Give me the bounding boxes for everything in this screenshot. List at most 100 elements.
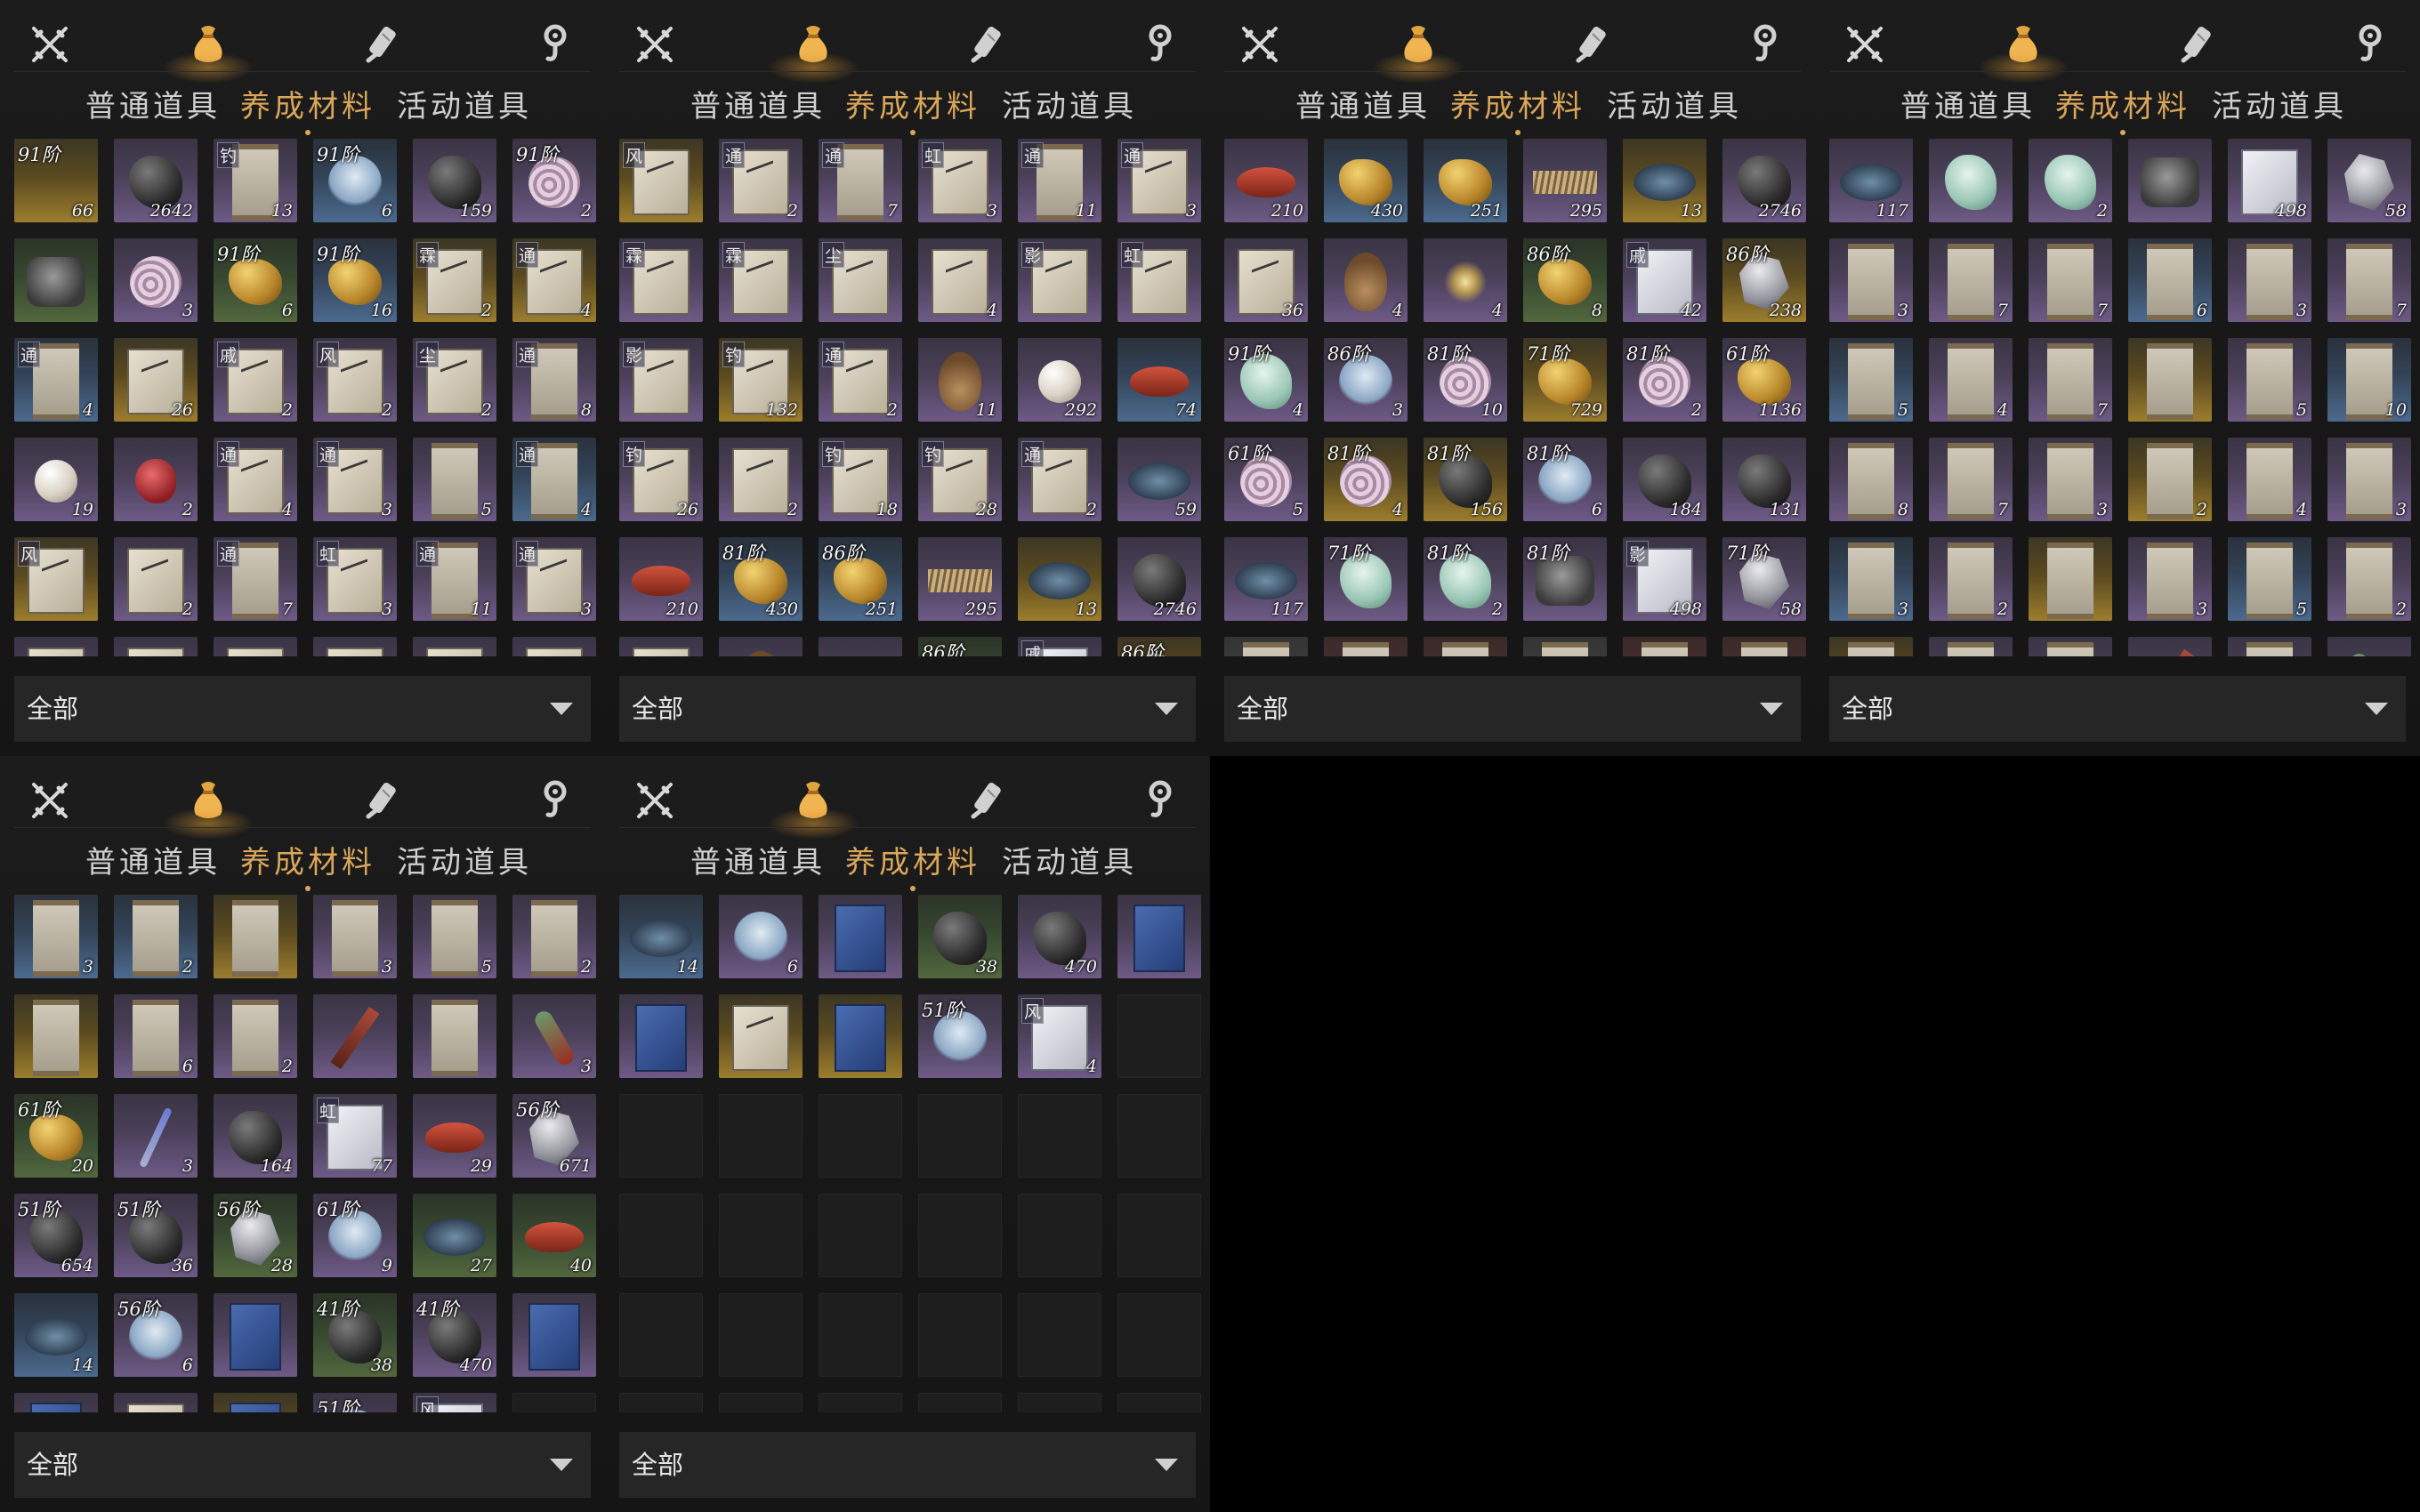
item-slot[interactable]: 86阶 238 <box>1722 238 1806 322</box>
crossed-swords-icon[interactable] <box>626 16 683 73</box>
item-slot[interactable]: 59 <box>1117 438 1201 521</box>
tab-2[interactable]: 活动道具 <box>2212 85 2347 128</box>
tab-0[interactable]: 普通道具 <box>690 841 826 884</box>
item-slot[interactable]: 2 <box>2128 438 2212 521</box>
filter-dropdown[interactable]: 全部 <box>619 1432 1196 1498</box>
tab-2[interactable]: 活动道具 <box>1607 85 1742 128</box>
item-slot[interactable]: 13 <box>1623 139 1706 222</box>
item-slot[interactable] <box>1929 139 2013 222</box>
item-slot[interactable]: 51阶 36 <box>114 1194 198 1277</box>
item-slot[interactable]: 27 <box>413 1194 496 1277</box>
item-slot[interactable]: 4 <box>918 238 1002 322</box>
tab-0[interactable]: 普通道具 <box>85 841 221 884</box>
money-bag-icon[interactable] <box>767 16 859 84</box>
item-slot[interactable]: 5 <box>2228 338 2311 422</box>
empty-slot[interactable] <box>619 1194 703 1277</box>
item-slot[interactable]: 131 <box>1722 438 1806 521</box>
item-slot[interactable]: 81阶 10 <box>1424 338 1507 422</box>
item-slot[interactable]: 2 <box>2029 139 2112 222</box>
item-slot[interactable]: 尘2 <box>413 338 496 422</box>
item-slot[interactable]: 81阶 156 <box>1424 438 1507 521</box>
item-slot[interactable]: 38 <box>918 895 1002 978</box>
item-slot[interactable] <box>512 1293 596 1377</box>
item-slot[interactable]: 3 <box>1829 537 1913 621</box>
empty-slot[interactable] <box>1117 1393 1201 1412</box>
item-slot[interactable]: 210 <box>1224 139 1308 222</box>
item-slot[interactable]: 29 <box>413 1094 496 1178</box>
item-slot[interactable]: 5 <box>1829 338 1913 422</box>
scroll-brush-icon[interactable] <box>354 772 411 829</box>
item-slot[interactable]: 8 <box>1829 438 1913 521</box>
item-slot[interactable]: 2 <box>214 994 297 1078</box>
empty-slot[interactable] <box>1117 1293 1201 1377</box>
money-bag-icon[interactable] <box>1977 16 2069 84</box>
item-slot[interactable]: 81阶 6 <box>1523 438 1607 521</box>
item-slot[interactable]: 虹 <box>1117 238 1201 322</box>
item-slot[interactable]: 风 <box>413 1393 496 1412</box>
empty-slot[interactable] <box>719 1293 803 1377</box>
item-slot[interactable]: 通 11 <box>1018 139 1101 222</box>
tab-1[interactable]: 养成材料 <box>1450 85 1585 135</box>
item-slot[interactable] <box>819 895 902 978</box>
item-slot[interactable]: 通2 <box>1018 438 1101 521</box>
item-slot[interactable]: 3 <box>313 895 397 978</box>
item-slot[interactable]: 71阶 729 <box>1523 338 1607 422</box>
empty-slot[interactable] <box>1117 994 1201 1078</box>
item-slot[interactable]: 81阶 2 <box>1623 338 1706 422</box>
item-slot[interactable]: 14 <box>14 1293 98 1377</box>
item-slot[interactable]: 2746 <box>1117 537 1201 621</box>
tab-0[interactable]: 普通道具 <box>85 85 221 128</box>
item-slot[interactable]: 通7 <box>819 139 902 222</box>
hook-icon[interactable] <box>527 16 584 73</box>
scroll-brush-icon[interactable] <box>354 16 411 73</box>
item-slot[interactable] <box>2327 637 2411 656</box>
hook-icon[interactable] <box>1132 16 1189 73</box>
item-slot[interactable]: 295 <box>1523 139 1607 222</box>
item-slot[interactable]: 通4 <box>512 238 596 322</box>
item-slot[interactable]: 霖2 <box>413 238 496 322</box>
item-slot[interactable]: 风 <box>14 537 98 621</box>
tab-0[interactable]: 普通道具 <box>690 85 826 128</box>
item-slot[interactable]: 11 <box>918 338 1002 422</box>
item-slot[interactable] <box>619 637 703 656</box>
item-grid[interactable]: 91阶 66 2642 钓 13 91阶 6 159 91阶 2 3 91阶 6 91阶 16 霖 2 通 4 通 4 2… <box>0 139 605 656</box>
item-slot[interactable] <box>313 994 397 1078</box>
item-slot[interactable]: 26 <box>114 338 198 422</box>
item-slot[interactable]: 戚2 <box>214 338 297 422</box>
item-slot[interactable] <box>1523 637 1607 656</box>
item-slot[interactable]: 86阶 8 <box>1523 238 1607 322</box>
item-slot[interactable]: 117 <box>1224 537 1308 621</box>
filter-dropdown[interactable]: 全部 <box>14 676 591 742</box>
scroll-brush-icon[interactable] <box>2169 16 2226 73</box>
item-grid[interactable]: 风通 2 通 7 虹 3 通 11 通 3 霖霖尘 4 影虹影钓 132 通 2 11 292 74 钓 26 2 钓 18 钓… <box>605 139 1210 656</box>
crossed-swords-icon[interactable] <box>21 16 78 73</box>
money-bag-icon[interactable] <box>162 16 254 84</box>
item-slot[interactable]: 91阶 2 <box>512 139 596 222</box>
item-slot[interactable] <box>14 1393 98 1412</box>
item-slot[interactable] <box>2128 637 2212 656</box>
item-slot[interactable] <box>2029 637 2112 656</box>
item-slot[interactable]: 51阶 <box>918 994 1002 1078</box>
empty-slot[interactable] <box>619 1094 703 1178</box>
item-slot[interactable]: 5 <box>2228 537 2311 621</box>
empty-slot[interactable] <box>1018 1194 1101 1277</box>
item-slot[interactable]: 7 <box>2327 238 2411 322</box>
item-slot[interactable]: 通 11 <box>413 537 496 621</box>
item-slot[interactable]: 3 <box>2228 238 2311 322</box>
item-slot[interactable]: 56阶 6 <box>114 1293 198 1377</box>
item-slot[interactable] <box>313 637 397 656</box>
item-slot[interactable]: 钓 132 <box>719 338 803 422</box>
item-slot[interactable] <box>14 238 98 322</box>
filter-dropdown[interactable]: 全部 <box>619 676 1196 742</box>
tab-1[interactable]: 养成材料 <box>845 841 980 891</box>
empty-slot[interactable] <box>619 1293 703 1377</box>
empty-slot[interactable] <box>819 1393 902 1412</box>
empty-slot[interactable] <box>918 1194 1002 1277</box>
empty-slot[interactable] <box>819 1094 902 1178</box>
item-slot[interactable]: 71阶 58 <box>1722 537 1806 621</box>
tab-0[interactable]: 普通道具 <box>1900 85 2036 128</box>
item-slot[interactable]: 81阶 430 <box>719 537 803 621</box>
item-slot[interactable]: 通3 <box>1117 139 1201 222</box>
item-slot[interactable]: 影 <box>1018 238 1101 322</box>
item-slot[interactable] <box>1929 637 2013 656</box>
